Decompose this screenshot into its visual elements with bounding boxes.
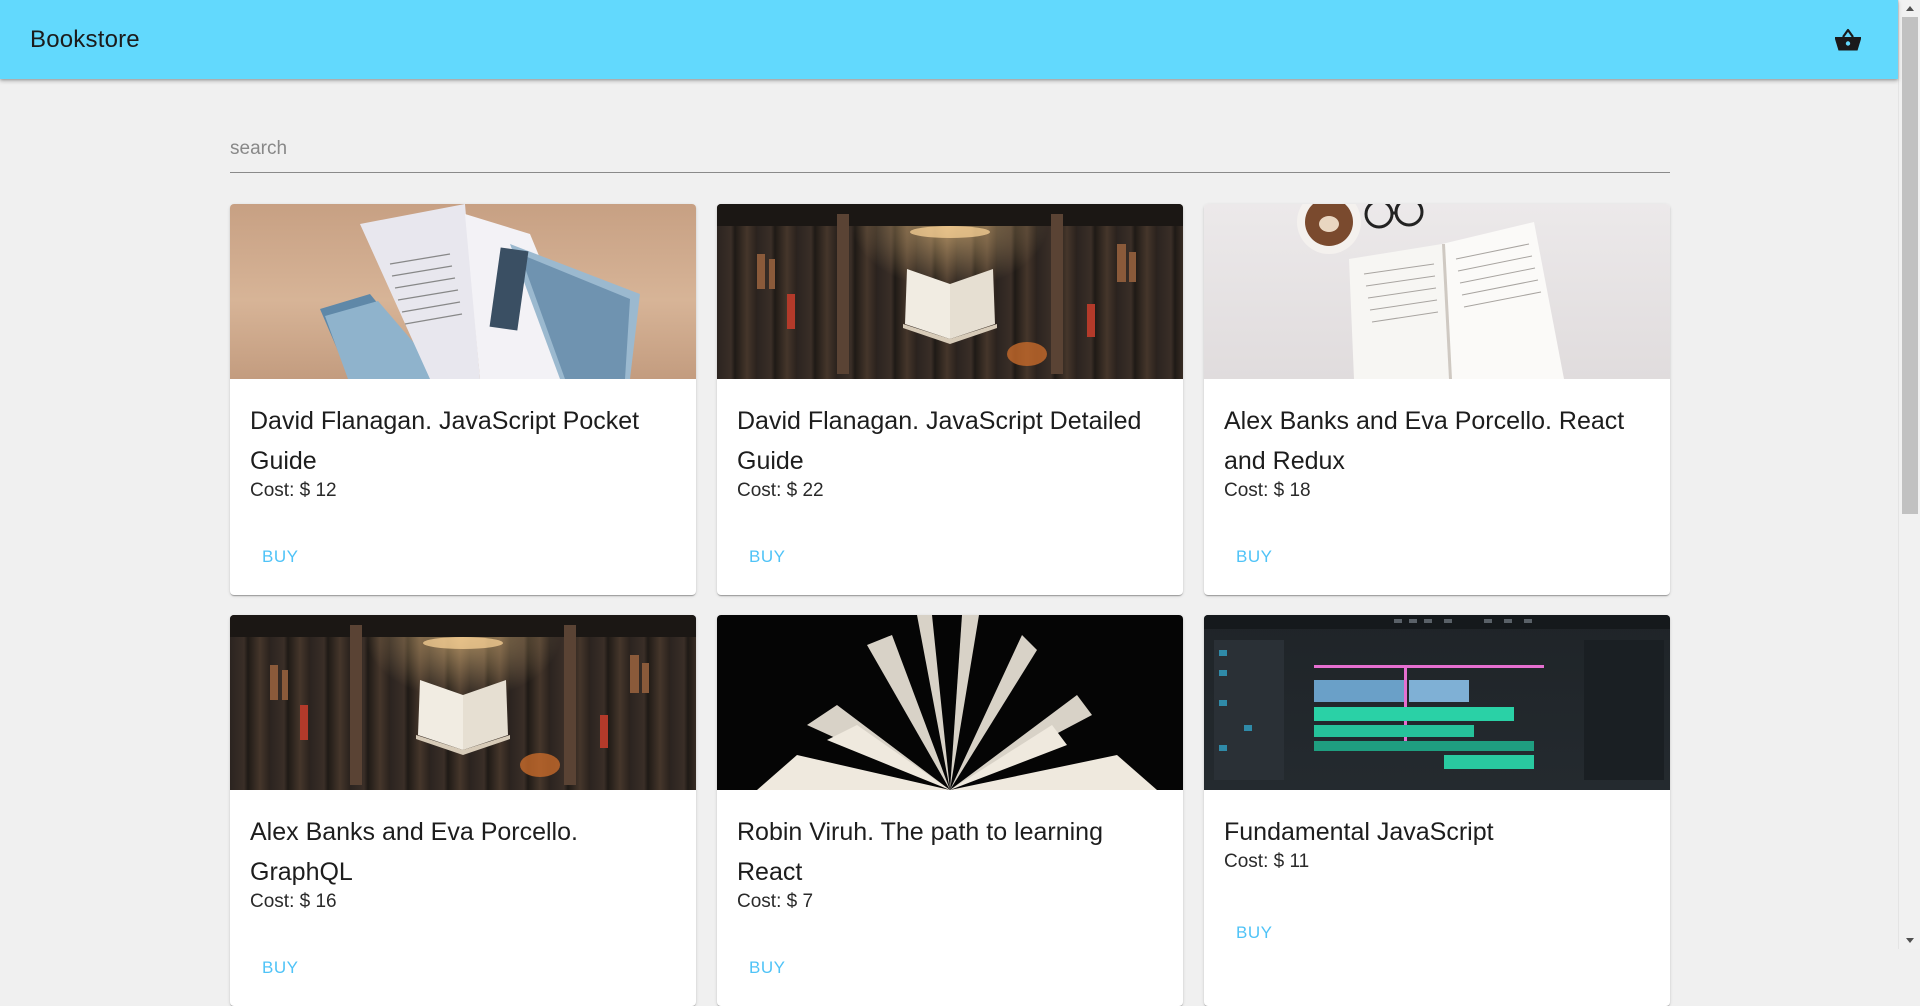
book-image xyxy=(1204,615,1670,790)
search-input[interactable] xyxy=(230,131,1670,167)
book-grid: David Flanagan. JavaScript Pocket Guide … xyxy=(230,204,1670,1006)
page-scrollbar[interactable] xyxy=(1898,0,1920,949)
app-title: Bookstore xyxy=(30,25,140,53)
book-cost: Cost: $ 16 xyxy=(250,891,337,912)
book-cost: Cost: $ 18 xyxy=(1224,480,1311,501)
book-title: David Flanagan. JavaScript Pocket Guide xyxy=(250,407,640,475)
main-content: David Flanagan. JavaScript Pocket Guide … xyxy=(230,79,1670,1006)
book-image xyxy=(230,204,696,379)
book-cost: Cost: $ 12 xyxy=(250,480,337,501)
book-card: David Flanagan. JavaScript Detailed Guid… xyxy=(717,204,1183,595)
book-title: Alex Banks and Eva Porcello. GraphQL xyxy=(250,818,578,886)
cart-button[interactable] xyxy=(1830,22,1866,58)
buy-button[interactable]: BUY xyxy=(729,539,805,575)
buy-button[interactable]: BUY xyxy=(729,950,805,986)
video-editor-image xyxy=(1204,615,1670,780)
book-card: Alex Banks and Eva Porcello. React and R… xyxy=(1204,204,1670,595)
scroll-up-arrow-icon[interactable] xyxy=(1899,0,1920,17)
buy-button[interactable]: BUY xyxy=(1216,539,1292,575)
floating-book-image xyxy=(717,204,1183,374)
book-title: Robin Viruh. The path to learning React xyxy=(737,818,1103,886)
book-title: Fundamental JavaScript xyxy=(1224,818,1494,846)
book-card: Robin Viruh. The path to learning React … xyxy=(717,615,1183,1006)
book-image xyxy=(230,615,696,790)
buy-button[interactable]: BUY xyxy=(242,539,318,575)
book-card: Fundamental JavaScript Cost: $ 11 BUY xyxy=(1204,615,1670,1006)
book-card: Alex Banks and Eva Porcello. GraphQL Cos… xyxy=(230,615,696,1006)
book-image xyxy=(717,615,1183,790)
book-pages-dark-image xyxy=(757,615,1157,790)
open-book-image xyxy=(320,204,640,379)
floating-book-image xyxy=(230,615,696,785)
book-cost: Cost: $ 7 xyxy=(737,891,814,912)
scrollbar-thumb[interactable] xyxy=(1902,17,1918,514)
scroll-down-arrow-icon[interactable] xyxy=(1899,932,1920,949)
book-image xyxy=(1204,204,1670,379)
buy-button[interactable]: BUY xyxy=(242,950,318,986)
book-image xyxy=(717,204,1183,379)
book-cost: Cost: $ 11 xyxy=(1224,851,1310,872)
open-book-coffee-image xyxy=(1297,204,1564,379)
buy-button[interactable]: BUY xyxy=(1216,915,1292,951)
book-title: Alex Banks and Eva Porcello. React and R… xyxy=(1224,407,1625,475)
book-card: David Flanagan. JavaScript Pocket Guide … xyxy=(230,204,696,595)
app-bar: Bookstore xyxy=(0,0,1898,79)
search-field[interactable] xyxy=(230,131,1670,173)
book-cost: Cost: $ 22 xyxy=(737,480,824,501)
book-title: David Flanagan. JavaScript Detailed Guid… xyxy=(737,407,1142,475)
shopping-basket-icon xyxy=(1835,28,1861,50)
